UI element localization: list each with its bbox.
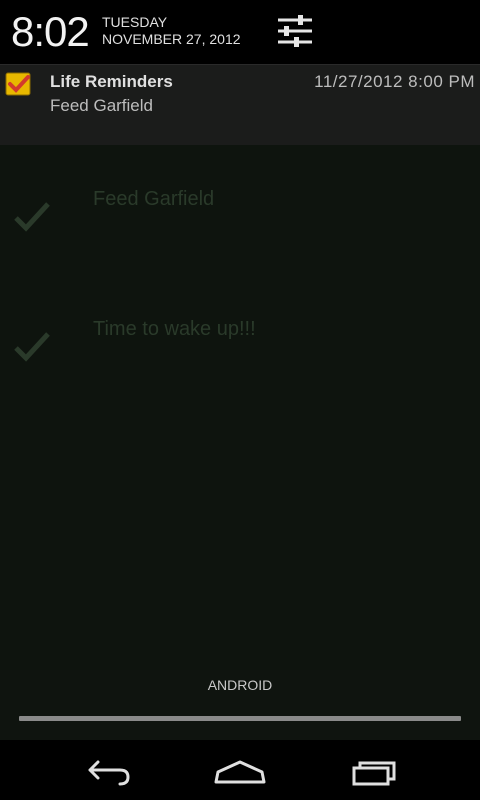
checkmark-icon — [14, 332, 50, 362]
notification-shade-header: 8:02 TUESDAY NOVEMBER 27, 2012 — [0, 0, 480, 64]
date: NOVEMBER 27, 2012 — [102, 31, 241, 47]
background-item-text: Time to wake up!!! — [93, 318, 256, 340]
recent-apps-icon[interactable] — [344, 750, 404, 790]
navigation-bar — [0, 740, 480, 800]
weekday: TUESDAY — [102, 14, 168, 30]
notification-card[interactable]: Life Reminders 11/27/2012 8:00 PM Feed G… — [0, 64, 480, 145]
shade-footer: ANDROID — [0, 670, 480, 740]
background-list-item: Feed Garfield — [0, 180, 480, 250]
background-item-text: Feed Garfield — [93, 188, 215, 210]
date-block: TUESDAY NOVEMBER 27, 2012 — [102, 14, 241, 48]
back-arrow-icon[interactable] — [76, 750, 136, 790]
notification-timestamp: 11/27/2012 8:00 PM — [314, 72, 475, 91]
carrier-label: ANDROID — [207, 677, 273, 693]
home-icon[interactable] — [210, 750, 270, 790]
background-list-item: Time to wake up!!! — [0, 310, 480, 380]
notification-text: Feed Garfield — [50, 96, 153, 115]
checkmark-icon — [14, 202, 50, 232]
notification-app-name: Life Reminders — [50, 72, 173, 91]
clock: 8:02 — [11, 8, 90, 55]
shade-drag-handle[interactable] — [19, 716, 461, 721]
quick-settings-sliders-icon[interactable] — [276, 14, 314, 48]
reminder-checkbox-icon — [5, 72, 31, 96]
